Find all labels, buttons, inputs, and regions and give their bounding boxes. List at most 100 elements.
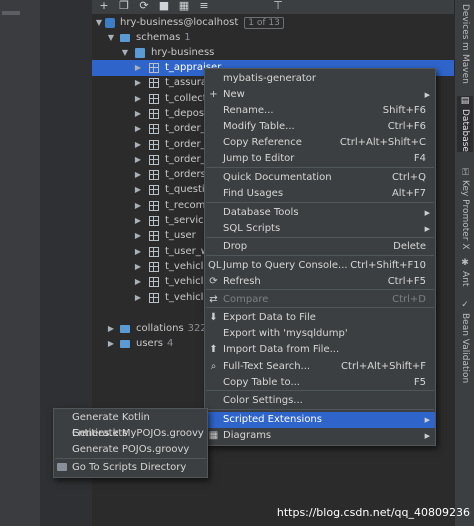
menu-item-label: New xyxy=(223,89,245,100)
menu-icon: QL xyxy=(208,260,222,271)
menu-item-full-text-search[interactable]: ⌕ Full-Text Search... Ctrl+Alt+Shift+F xyxy=(205,359,435,375)
chevron-right-icon[interactable]: ▶ xyxy=(133,213,143,229)
chevron-right-icon[interactable]: ▶ xyxy=(133,198,143,214)
menu-item-jump-to-editor[interactable]: Jump to Editor F4 xyxy=(205,151,435,167)
menu-item-label: Compare xyxy=(223,294,269,305)
menu-item-import-data-from-file[interactable]: ⬆ Import Data from File... xyxy=(205,342,435,358)
chevron-right-icon[interactable]: ▶ xyxy=(133,259,143,275)
table-icon xyxy=(149,185,159,196)
menu-item-jump-to-query-console[interactable]: QL Jump to Query Console... Ctrl+Shift+F10 xyxy=(205,258,435,274)
menu-item-label: Diagrams xyxy=(223,430,272,441)
table-icon[interactable]: ▦ xyxy=(178,0,190,12)
folder-icon xyxy=(120,325,130,333)
add-icon[interactable]: + xyxy=(98,0,110,12)
chevron-right-icon[interactable]: ▶ xyxy=(133,182,143,198)
chevron-right-icon[interactable]: ▶ xyxy=(133,152,143,168)
refresh-icon[interactable]: ⟳ xyxy=(138,0,150,12)
submenu-item-label: Generate POJOs.groovy xyxy=(72,444,190,455)
table-icon xyxy=(149,139,159,150)
submenu-item-generate-kotlin-entities-kts[interactable]: Generate Kotlin Entities.kts xyxy=(54,410,207,439)
menu-shortcut: Ctrl+D xyxy=(392,294,426,305)
database-tab-icon: ▤ xyxy=(460,96,470,106)
database-icon xyxy=(105,18,115,28)
menu-item-export-with-mysqldump[interactable]: Export with 'mysqldump' xyxy=(205,326,435,342)
menu-item-compare[interactable]: ⇄ Compare Ctrl+D xyxy=(205,292,435,308)
schema-label: hry-business xyxy=(151,47,215,58)
menu-item-drop[interactable]: Drop Delete xyxy=(205,239,435,255)
right-tool-strip: Devices m Maven ▤ Database ⚿ Key Promoter X… xyxy=(454,0,474,526)
menu-shortcut: Ctrl+F5 xyxy=(387,276,426,287)
schemas-count: 1 xyxy=(184,32,191,43)
chevron-down-icon[interactable]: ▼ xyxy=(120,45,130,61)
menu-shortcut: Ctrl+F6 xyxy=(387,121,426,132)
menu-icon: ⌕ xyxy=(210,361,217,372)
submenu-item-label: Generate MyPOJOs.groovy xyxy=(72,428,204,439)
submenu-item-go-to-scripts-directory[interactable]: Go To Scripts Directory xyxy=(54,460,207,476)
menu-shortcut: Alt+F7 xyxy=(391,188,426,199)
chevron-right-icon[interactable]: ▶ xyxy=(133,274,143,290)
table-icon xyxy=(149,78,159,89)
menu-item-copy-reference[interactable]: Copy Reference Ctrl+Alt+Shift+C xyxy=(205,135,435,151)
chevron-right-icon[interactable]: ▶ xyxy=(133,106,143,122)
menu-item-quick-documentation[interactable]: Quick Documentation Ctrl+Q xyxy=(205,170,435,186)
chevron-right-icon[interactable]: ▶ xyxy=(133,75,143,91)
chevron-right-icon[interactable]: ▶ xyxy=(133,244,143,260)
menu-item-copy-table-to[interactable]: Copy Table to... F5 xyxy=(205,375,435,391)
folder-icon xyxy=(120,340,130,348)
chevron-down-icon[interactable]: ▼ xyxy=(106,30,116,46)
copy-icon[interactable]: ❐ xyxy=(118,0,130,12)
gutter-marker xyxy=(2,11,20,15)
menu-item-sql-scripts[interactable]: SQL Scripts ▶ xyxy=(205,221,435,237)
table-label: t_orders xyxy=(165,169,206,181)
stop-icon[interactable]: ■ xyxy=(158,0,170,12)
table-label: t_user_w xyxy=(165,245,209,257)
tree-connection[interactable]: ▼ hry-business@localhost 1 of 13 xyxy=(92,15,454,31)
menu-item-label: Export with 'mysqldump' xyxy=(223,328,348,339)
chevron-right-icon[interactable]: ▶ xyxy=(133,290,143,306)
menu-item-refresh[interactable]: ⟳ Refresh Ctrl+F5 xyxy=(205,274,435,290)
settings-icon[interactable]: ≡ xyxy=(198,0,210,12)
tab-ant[interactable]: ✱ Ant xyxy=(457,258,473,286)
users-count: 4 xyxy=(167,338,174,349)
tab-database[interactable]: ▤ Database xyxy=(457,96,473,152)
menu-item-scripted-extensions[interactable]: Scripted Extensions ▶ xyxy=(205,412,435,428)
table-icon xyxy=(149,154,159,165)
menu-item-modify-table[interactable]: Modify Table... Ctrl+F6 xyxy=(205,119,435,135)
menu-item-color-settings[interactable]: Color Settings... xyxy=(205,393,435,409)
chevron-right-icon[interactable]: ▶ xyxy=(106,336,116,352)
submenu-item-generate-mypojos-groovy[interactable]: Generate MyPOJOs.groovy xyxy=(54,426,207,442)
chevron-right-icon[interactable]: ▶ xyxy=(106,321,116,337)
chevron-right-icon[interactable]: ▶ xyxy=(133,91,143,107)
watermark: https://blog.csdn.net/qq_40809236 xyxy=(276,506,470,519)
menu-icon: ⬆ xyxy=(209,344,218,355)
chevron-right-icon[interactable]: ▶ xyxy=(133,121,143,137)
menu-shortcut: Ctrl+Alt+Shift+F xyxy=(341,361,426,372)
menu-item-label: Database Tools xyxy=(223,207,299,218)
menu-shortcut: F4 xyxy=(413,153,426,164)
menu-item-export-data-to-file[interactable]: ⬇ Export Data to File xyxy=(205,310,435,326)
pin-icon[interactable]: ⊤ xyxy=(272,0,284,12)
chevron-right-icon[interactable]: ▶ xyxy=(133,137,143,153)
folder-icon xyxy=(57,463,67,471)
tree-schemas[interactable]: ▼ schemas 1 xyxy=(92,30,454,46)
tab-key-promoter[interactable]: ⚿ Key Promoter X xyxy=(457,168,473,250)
tab-devices[interactable]: Devices xyxy=(457,4,473,39)
menu-item-new[interactable]: + New ▶ xyxy=(205,87,435,103)
menu-item-rename[interactable]: Rename... Shift+F6 xyxy=(205,103,435,119)
tab-bean-validation[interactable]: ✓ Bean Validation xyxy=(457,300,473,383)
chevron-right-icon[interactable]: ▶ xyxy=(133,228,143,244)
menu-item-mybatis-generator[interactable]: mybatis-generator xyxy=(205,71,435,87)
tree-schema[interactable]: ▼ hry-business xyxy=(92,45,454,61)
menu-item-find-usages[interactable]: Find Usages Alt+F7 xyxy=(205,186,435,202)
table-icon xyxy=(149,93,159,104)
menu-separator xyxy=(206,237,434,238)
menu-item-diagrams[interactable]: ▦ Diagrams ▶ xyxy=(205,428,435,444)
chevron-down-icon[interactable]: ▼ xyxy=(94,15,104,31)
chevron-right-icon[interactable]: ▶ xyxy=(133,167,143,183)
table-icon xyxy=(149,124,159,135)
submenu-item-generate-pojos-groovy[interactable]: Generate POJOs.groovy xyxy=(54,442,207,458)
table-icon xyxy=(149,108,159,119)
menu-item-database-tools[interactable]: Database Tools ▶ xyxy=(205,205,435,221)
chevron-right-icon[interactable]: ▶ xyxy=(133,60,143,76)
tab-maven[interactable]: m Maven xyxy=(457,42,473,84)
